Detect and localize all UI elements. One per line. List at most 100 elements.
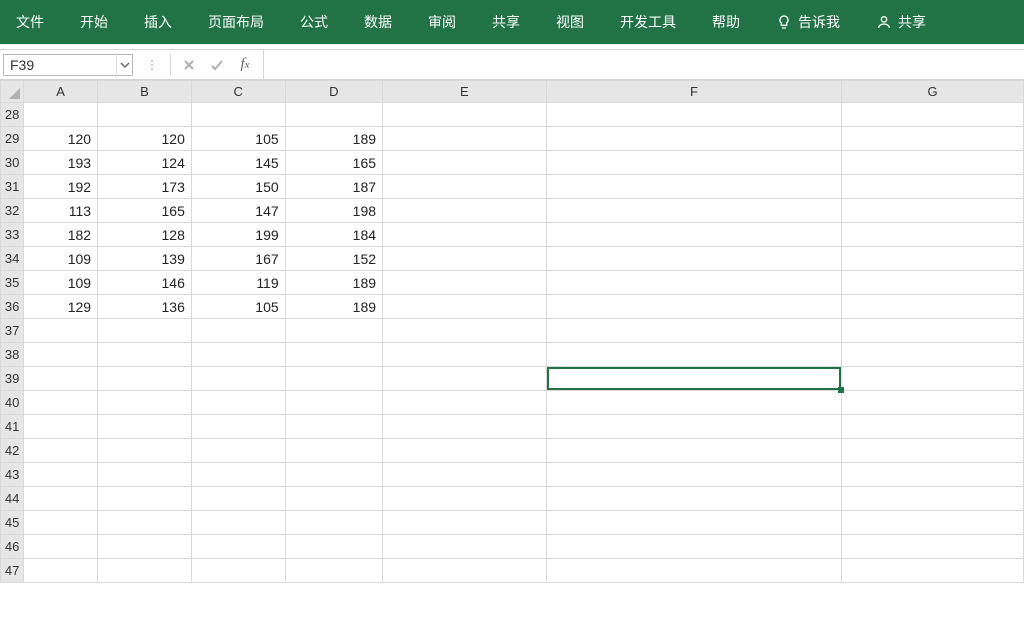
cell-D38[interactable] <box>285 343 382 367</box>
cell-D36[interactable]: 189 <box>285 295 382 319</box>
cell-E33[interactable] <box>383 223 547 247</box>
cell-B47[interactable] <box>98 559 192 583</box>
row-header-29[interactable]: 29 <box>1 127 24 151</box>
cell-A34[interactable]: 109 <box>24 247 98 271</box>
cell-C44[interactable] <box>191 487 285 511</box>
cell-E34[interactable] <box>383 247 547 271</box>
cell-B44[interactable] <box>98 487 192 511</box>
cell-E45[interactable] <box>383 511 547 535</box>
row-header-30[interactable]: 30 <box>1 151 24 175</box>
cell-D30[interactable]: 165 <box>285 151 382 175</box>
cell-G42[interactable] <box>842 439 1024 463</box>
cell-E43[interactable] <box>383 463 547 487</box>
cell-A36[interactable]: 129 <box>24 295 98 319</box>
cell-C36[interactable]: 105 <box>191 295 285 319</box>
cell-C38[interactable] <box>191 343 285 367</box>
row-header-37[interactable]: 37 <box>1 319 24 343</box>
cell-F46[interactable] <box>546 535 841 559</box>
cell-D28[interactable] <box>285 103 382 127</box>
cell-D35[interactable]: 189 <box>285 271 382 295</box>
cell-A29[interactable]: 120 <box>24 127 98 151</box>
cell-B31[interactable]: 173 <box>98 175 192 199</box>
row-header-33[interactable]: 33 <box>1 223 24 247</box>
cell-G33[interactable] <box>842 223 1024 247</box>
cell-G35[interactable] <box>842 271 1024 295</box>
cell-B40[interactable] <box>98 391 192 415</box>
cell-G37[interactable] <box>842 319 1024 343</box>
cell-D43[interactable] <box>285 463 382 487</box>
tab-help[interactable]: 帮助 <box>694 0 758 44</box>
row-header-41[interactable]: 41 <box>1 415 24 439</box>
name-box-input[interactable] <box>4 57 116 73</box>
cell-G41[interactable] <box>842 415 1024 439</box>
cell-F35[interactable] <box>546 271 841 295</box>
cell-C28[interactable] <box>191 103 285 127</box>
tab-insert[interactable]: 插入 <box>126 0 190 44</box>
column-header-D[interactable]: D <box>285 81 382 103</box>
cell-B42[interactable] <box>98 439 192 463</box>
tab-review[interactable]: 审阅 <box>410 0 474 44</box>
cell-F45[interactable] <box>546 511 841 535</box>
cell-D37[interactable] <box>285 319 382 343</box>
cell-F40[interactable] <box>546 391 841 415</box>
cell-A35[interactable]: 109 <box>24 271 98 295</box>
cell-F38[interactable] <box>546 343 841 367</box>
cell-F29[interactable] <box>546 127 841 151</box>
cell-F42[interactable] <box>546 439 841 463</box>
cell-C30[interactable]: 145 <box>191 151 285 175</box>
cell-C45[interactable] <box>191 511 285 535</box>
cell-A45[interactable] <box>24 511 98 535</box>
cell-F47[interactable] <box>546 559 841 583</box>
tab-home[interactable]: 开始 <box>62 0 126 44</box>
cell-G32[interactable] <box>842 199 1024 223</box>
row-header-47[interactable]: 47 <box>1 559 24 583</box>
cell-B28[interactable] <box>98 103 192 127</box>
select-all-corner[interactable] <box>1 81 24 103</box>
cell-D39[interactable] <box>285 367 382 391</box>
cell-D32[interactable]: 198 <box>285 199 382 223</box>
row-header-28[interactable]: 28 <box>1 103 24 127</box>
cell-D47[interactable] <box>285 559 382 583</box>
cell-F28[interactable] <box>546 103 841 127</box>
tell-me-button[interactable]: 告诉我 <box>758 0 858 44</box>
cell-C31[interactable]: 150 <box>191 175 285 199</box>
row-header-45[interactable]: 45 <box>1 511 24 535</box>
cell-A31[interactable]: 192 <box>24 175 98 199</box>
cell-C39[interactable] <box>191 367 285 391</box>
column-header-G[interactable]: G <box>842 81 1024 103</box>
cell-G28[interactable] <box>842 103 1024 127</box>
row-header-36[interactable]: 36 <box>1 295 24 319</box>
cell-E39[interactable] <box>383 367 547 391</box>
cell-B43[interactable] <box>98 463 192 487</box>
cell-B37[interactable] <box>98 319 192 343</box>
cell-F36[interactable] <box>546 295 841 319</box>
cell-A28[interactable] <box>24 103 98 127</box>
cell-F33[interactable] <box>546 223 841 247</box>
tab-formulas[interactable]: 公式 <box>282 0 346 44</box>
cell-G43[interactable] <box>842 463 1024 487</box>
cell-A46[interactable] <box>24 535 98 559</box>
cell-G29[interactable] <box>842 127 1024 151</box>
cell-A30[interactable]: 193 <box>24 151 98 175</box>
cell-G31[interactable] <box>842 175 1024 199</box>
cell-B35[interactable]: 146 <box>98 271 192 295</box>
cell-B32[interactable]: 165 <box>98 199 192 223</box>
cell-E28[interactable] <box>383 103 547 127</box>
cell-G34[interactable] <box>842 247 1024 271</box>
cell-E35[interactable] <box>383 271 547 295</box>
cell-C37[interactable] <box>191 319 285 343</box>
cell-A44[interactable] <box>24 487 98 511</box>
cell-B36[interactable]: 136 <box>98 295 192 319</box>
cell-E37[interactable] <box>383 319 547 343</box>
cell-C29[interactable]: 105 <box>191 127 285 151</box>
cell-F37[interactable] <box>546 319 841 343</box>
cell-D29[interactable]: 189 <box>285 127 382 151</box>
cell-G44[interactable] <box>842 487 1024 511</box>
cell-C46[interactable] <box>191 535 285 559</box>
cell-C42[interactable] <box>191 439 285 463</box>
cell-A39[interactable] <box>24 367 98 391</box>
cell-D34[interactable]: 152 <box>285 247 382 271</box>
cell-G46[interactable] <box>842 535 1024 559</box>
share-button[interactable]: 共享 <box>858 0 944 44</box>
cell-C40[interactable] <box>191 391 285 415</box>
